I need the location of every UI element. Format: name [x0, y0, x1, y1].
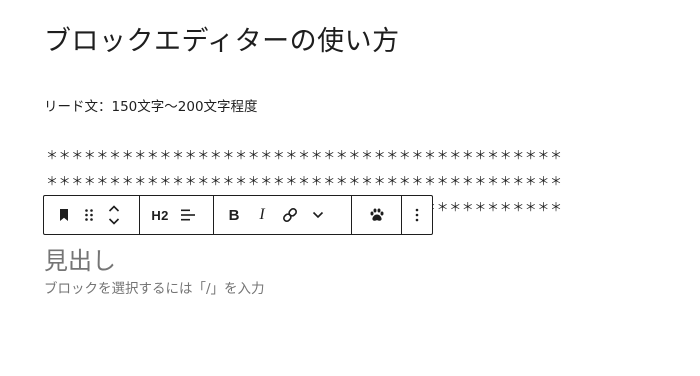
bold-button[interactable]: B: [220, 197, 248, 233]
chevron-up-down-icon: [108, 205, 120, 225]
heading-level-label: H2: [151, 207, 169, 223]
heading-level-button[interactable]: H2: [146, 197, 174, 233]
plugin-controls-group: [352, 196, 402, 234]
block-type-button[interactable]: [50, 197, 78, 233]
italic-label: I: [259, 206, 265, 223]
bookmark-icon: [60, 209, 68, 221]
align-left-icon: [181, 209, 195, 221]
default-block-appender[interactable]: ブロックを選択するには「/」を入力: [44, 279, 265, 299]
placeholder-text-line[interactable]: ＊＊＊＊＊＊＊＊＊＊＊＊＊＊＊＊＊＊＊＊＊＊＊＊＊＊＊＊＊＊＊＊＊＊＊＊＊＊＊＊…: [46, 174, 563, 188]
format-controls-group: B I: [214, 196, 352, 234]
link-button[interactable]: [276, 197, 304, 233]
drag-handle-button[interactable]: [78, 197, 100, 233]
more-rich-text-button[interactable]: [304, 197, 332, 233]
align-button[interactable]: [174, 197, 202, 233]
block-controls-group: [44, 196, 140, 234]
placeholder-text-line[interactable]: ＊＊＊＊＊＊＊＊＊＊＊＊＊＊＊＊＊＊＊＊＊＊＊＊＊＊＊＊＊＊＊＊＊＊＊＊＊＊＊＊…: [46, 148, 563, 162]
move-up-down-button[interactable]: [100, 197, 128, 233]
bold-label: B: [228, 206, 240, 224]
post-title[interactable]: ブロックエディターの使い方: [44, 22, 400, 62]
heading-controls-group: H2: [140, 196, 214, 234]
paw-icon: [370, 208, 383, 221]
heading-block-placeholder[interactable]: 見出し: [44, 244, 116, 278]
link-icon: [283, 208, 297, 222]
italic-button[interactable]: I: [248, 197, 276, 233]
options-button[interactable]: [403, 197, 431, 233]
chevron-down-icon: [312, 211, 324, 219]
block-toolbar: H2 B I: [43, 195, 433, 235]
lead-paragraph[interactable]: リード文：150文字〜200文字程度: [44, 97, 258, 117]
options-controls-group: [402, 196, 432, 234]
plugin-button[interactable]: [363, 197, 391, 233]
drag-handle-icon: [85, 209, 93, 221]
more-vertical-icon: [415, 208, 419, 222]
